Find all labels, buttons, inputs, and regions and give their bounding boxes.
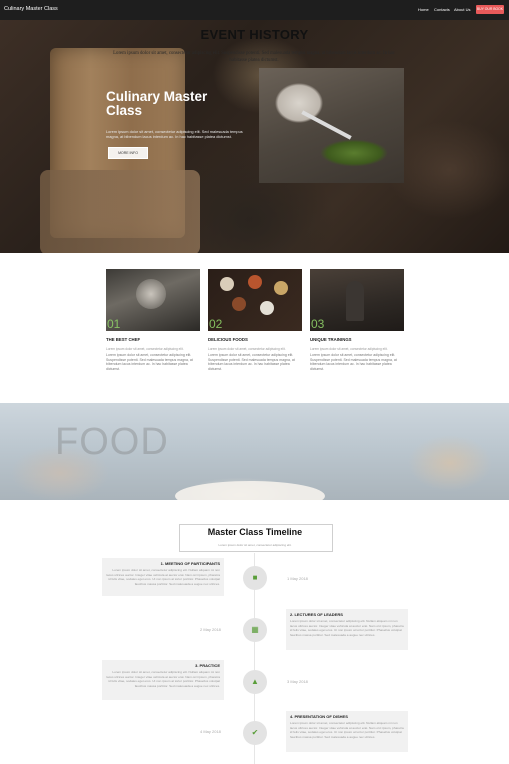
feature-body: Lorem ipsum dolor sit amet, consectetur … bbox=[208, 353, 295, 371]
spice-bowl bbox=[248, 275, 262, 289]
timeline-marker: ▲ bbox=[243, 670, 267, 694]
spice-bowl bbox=[232, 297, 246, 311]
cutting-board-image-2 bbox=[40, 170, 200, 253]
feature-number: 02 bbox=[209, 317, 223, 331]
timeline-card-title: 4. PRESENTATION OF DISHES bbox=[290, 714, 348, 719]
feature-body: Lorem ipsum dolor sit amet, consectetur … bbox=[106, 353, 193, 371]
nav-home[interactable]: Home bbox=[418, 7, 429, 12]
timeline-title: Master Class Timeline bbox=[207, 527, 303, 537]
feature-image-chef: 01 bbox=[106, 269, 200, 331]
timeline-card-body: Lorem ipsum dolor sit amet, consectetur … bbox=[290, 619, 404, 637]
nav-about-us[interactable]: About Us bbox=[454, 7, 470, 12]
event-history-banner: FOOD bbox=[0, 403, 509, 500]
feature-number: 01 bbox=[107, 317, 121, 331]
feature-image-trainings: 03 bbox=[310, 269, 404, 331]
feature-subtitle: Lorem ipsum dolor sit amet, consectetur … bbox=[208, 347, 286, 351]
spice-bowl bbox=[274, 281, 288, 295]
timeline-card-body: Lorem ipsum dolor sit amet, consectetur … bbox=[290, 721, 404, 739]
knife-shape bbox=[301, 110, 352, 140]
event-history-title: EVENT HISTORY bbox=[200, 27, 309, 42]
smoke-shape bbox=[136, 279, 166, 309]
timeline-date: 2 May 2018 bbox=[200, 627, 221, 632]
spice-bowl bbox=[260, 301, 274, 315]
timeline-date: 3 May 2018 bbox=[287, 679, 308, 684]
timeline-card: 2. LECTURES OF LEADERS Lorem ipsum dolor… bbox=[286, 609, 408, 650]
feature-number: 03 bbox=[311, 317, 325, 331]
feature-subtitle: Lorem ipsum dolor sit amet, consectetur … bbox=[310, 347, 388, 351]
feature-image-foods: 02 bbox=[208, 269, 302, 331]
buy-book-button[interactable]: BUY OUR BOOK bbox=[476, 5, 504, 14]
feature-subtitle: Lorem ipsum dolor sit amet, consectetur … bbox=[106, 347, 184, 351]
timeline-subtitle: Lorem ipsum dolor sit amet, consectetur … bbox=[218, 543, 292, 547]
timeline-card-title: 1. MEETING OF PARTICIPANTS bbox=[160, 561, 220, 566]
timeline-card-body: Lorem ipsum dolor sit amet, consectetur … bbox=[106, 670, 220, 688]
feature-title: THE BEST CHEF bbox=[106, 337, 141, 342]
timeline-marker: ✔ bbox=[243, 721, 267, 745]
plate-shape bbox=[175, 481, 325, 500]
timeline-date: 1 May 2018 bbox=[287, 576, 308, 581]
banner-ghost-text: FOOD bbox=[55, 421, 169, 463]
document-icon: ▦ bbox=[251, 625, 259, 634]
hero-cooking-photo bbox=[259, 68, 404, 183]
site-brand[interactable]: Culinary Master Class bbox=[4, 6, 58, 12]
thumbs-up-icon: ✔ bbox=[251, 728, 259, 737]
timeline-date: 4 May 2018 bbox=[200, 729, 221, 734]
feature-body: Lorem ipsum dolor sit amet, consectetur … bbox=[310, 353, 397, 371]
more-info-button[interactable]: MORE INFO bbox=[108, 147, 148, 159]
timeline-card: 1. MEETING OF PARTICIPANTS Lorem ipsum d… bbox=[102, 558, 224, 596]
timeline-card: 4. PRESENTATION OF DISHES Lorem ipsum do… bbox=[286, 711, 408, 752]
timeline-card-title: 3. PRACTICE bbox=[195, 663, 220, 668]
chat-icon: ■ bbox=[252, 573, 258, 582]
timeline-marker: ■ bbox=[243, 566, 267, 590]
spice-bowl bbox=[220, 277, 234, 291]
feature-title: UNIQUE TRAININGS bbox=[310, 337, 352, 342]
timeline-card-title: 2. LECTURES OF LEADERS bbox=[290, 612, 343, 617]
nav-contacts[interactable]: Contacts bbox=[434, 7, 450, 12]
hero-text: Lorem ipsum dolor sit amet, consectetur … bbox=[106, 129, 243, 139]
hero-title: Culinary Master Class bbox=[106, 89, 208, 118]
timeline-card: 3. PRACTICE Lorem ipsum dolor sit amet, … bbox=[102, 660, 224, 700]
event-history-text: Lorem ipsum dolor sit amet, consectetur … bbox=[113, 51, 395, 63]
timeline-marker: ▦ bbox=[243, 618, 267, 642]
timeline-card-body: Lorem ipsum dolor sit amet, consectetur … bbox=[106, 568, 220, 586]
top-navbar bbox=[0, 0, 509, 20]
chef-icon: ▲ bbox=[251, 677, 259, 686]
chef-figure bbox=[346, 281, 364, 321]
feature-title: DELICIOUS FOODS bbox=[208, 337, 248, 342]
